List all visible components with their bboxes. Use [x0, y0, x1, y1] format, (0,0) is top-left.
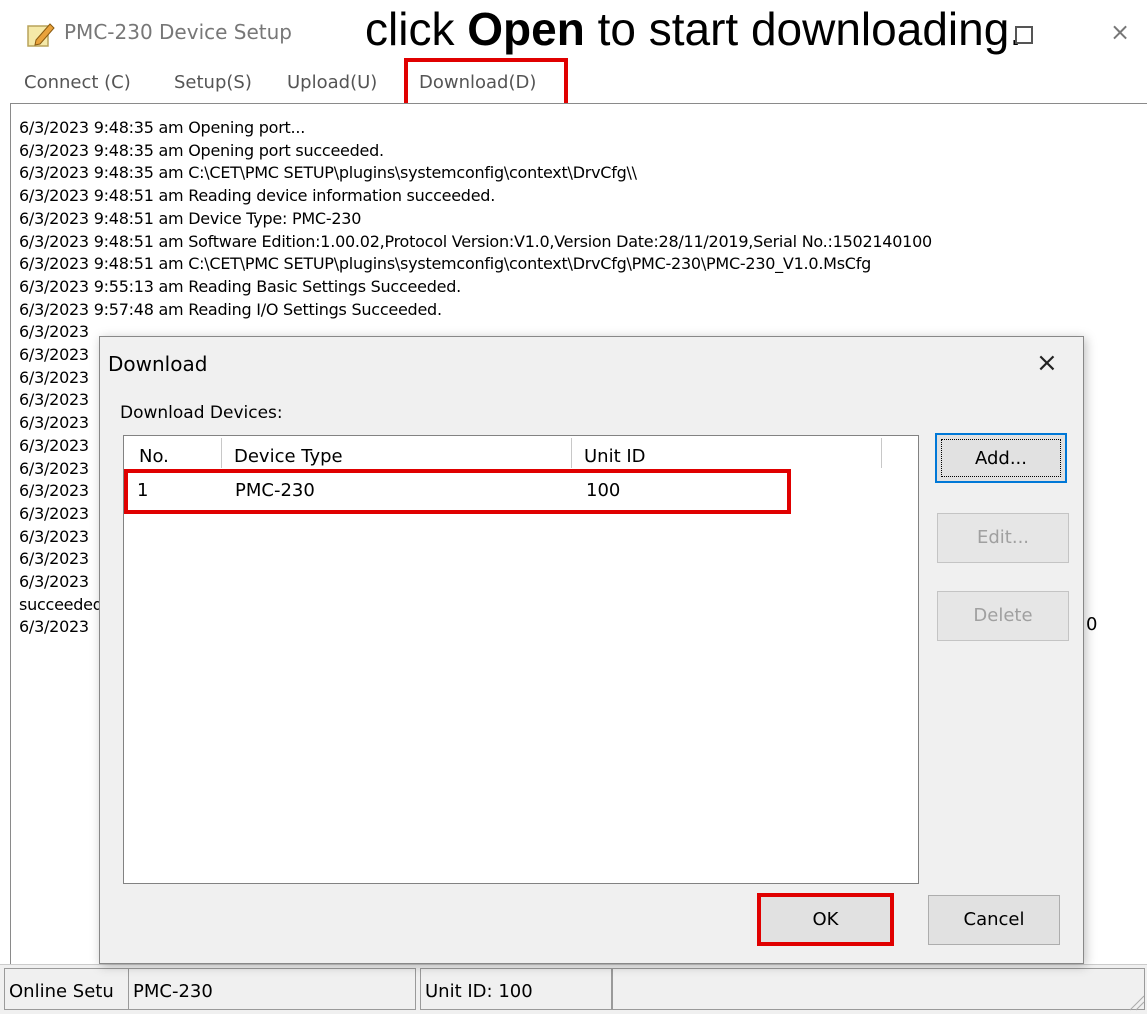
status-mode: Online Setu: [4, 968, 130, 1010]
edit-button[interactable]: Edit...: [937, 513, 1069, 563]
log-line: 6/3/2023 9:55:13 am Reading Basic Settin…: [19, 276, 461, 296]
column-header-device-type[interactable]: Device Type: [234, 446, 343, 467]
column-header-unit-id[interactable]: Unit ID: [584, 446, 646, 467]
cancel-button[interactable]: Cancel: [928, 895, 1060, 945]
menu-bar: [0, 62, 1147, 102]
log-line: 6/3/2023 9:48:51 am Device Type: PMC-230: [19, 208, 362, 228]
log-line: 6/3/2023: [19, 367, 89, 387]
log-line: 6/3/2023 9:48:51 am Reading device infor…: [19, 186, 496, 206]
log-line: 6/3/2023: [19, 572, 89, 591]
column-header-no[interactable]: No.: [139, 446, 169, 467]
app-notepad-icon: [27, 23, 55, 47]
log-line: 6/3/2023 9:57:48 am Reading I/O Settings…: [19, 299, 442, 319]
download-devices-label: Download Devices:: [120, 403, 283, 423]
instruction-open-word: Open: [467, 3, 585, 55]
menu-upload[interactable]: Upload(U): [287, 72, 377, 93]
menu-connect[interactable]: Connect (C): [24, 72, 131, 93]
ok-button-highlight: [757, 893, 894, 946]
dialog-title: Download: [108, 352, 208, 376]
log-line: 6/3/2023: [19, 435, 89, 455]
log-line: 6/3/2023: [19, 617, 89, 637]
column-divider[interactable]: [881, 438, 882, 468]
log-line: 6/3/2023: [19, 549, 89, 569]
focus-rectangle: [941, 439, 1061, 477]
log-line: 6/3/2023 9:48:51 am C:\CET\PMC SETUP\plu…: [19, 254, 871, 274]
delete-button[interactable]: Delete: [937, 591, 1069, 641]
log-line: 6/3/2023: [19, 345, 89, 364]
log-line: 6/3/2023: [19, 458, 89, 478]
add-button[interactable]: Add...: [935, 433, 1067, 483]
resize-grip-icon[interactable]: [1127, 993, 1145, 1011]
log-line: 6/3/2023 9:48:35 am C:\CET\PMC SETUP\plu…: [19, 163, 637, 183]
log-line: 6/3/2023 9:48:51 am Software Edition:1.0…: [19, 231, 932, 251]
log-line: 6/3/2023: [19, 390, 89, 410]
log-line-fragment: 0: [1086, 614, 1098, 635]
log-line: 6/3/2023: [19, 481, 89, 501]
column-divider[interactable]: [221, 438, 222, 468]
log-line: 6/3/2023: [19, 503, 89, 523]
instruction-overlay-text: click Open to start downloading.: [365, 3, 1023, 55]
column-divider[interactable]: [571, 438, 572, 468]
close-icon[interactable]: ×: [1110, 18, 1130, 46]
device-row-highlight: [124, 469, 791, 514]
log-line: succeeded: [19, 594, 103, 614]
maximize-icon[interactable]: [1015, 26, 1033, 44]
menu-setup[interactable]: Setup(S): [174, 72, 252, 93]
log-line: 6/3/2023 9:48:35 am Opening port...: [19, 118, 306, 137]
log-line: 6/3/2023: [19, 322, 89, 342]
status-unit-id: Unit ID: 100: [420, 968, 612, 1010]
status-empty-cell: [612, 968, 1145, 1010]
log-line: 6/3/2023: [19, 413, 89, 433]
status-device: PMC-230: [128, 968, 416, 1010]
window-title: PMC-230 Device Setup: [64, 20, 292, 44]
log-line: 6/3/2023 9:48:35 am Opening port succeed…: [19, 140, 384, 160]
log-line: 6/3/2023: [19, 526, 89, 546]
dialog-close-icon[interactable]: ×: [1036, 348, 1058, 378]
